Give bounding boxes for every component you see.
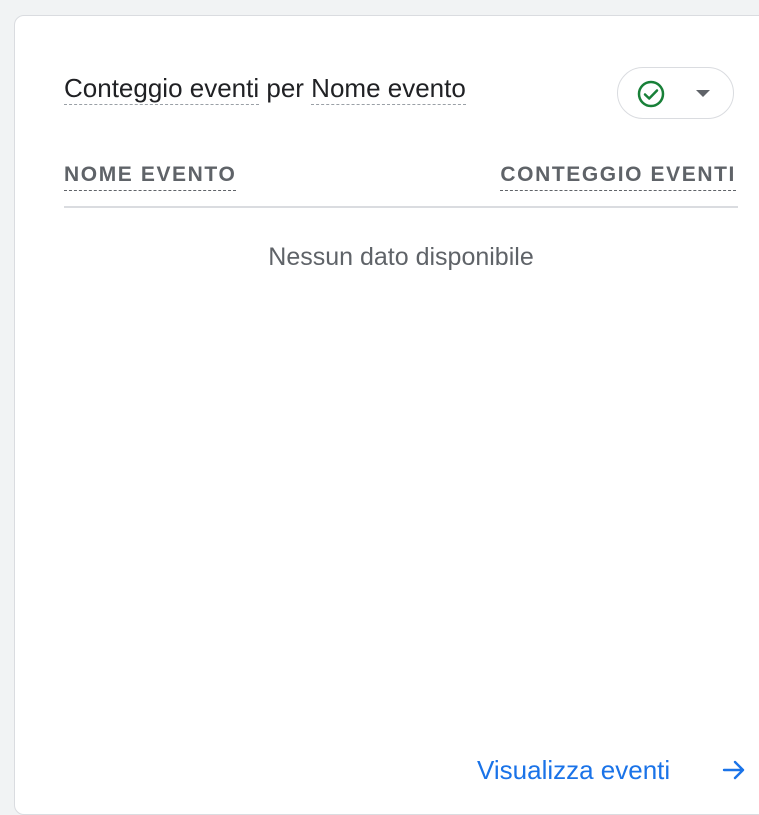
metric-name[interactable]: Conteggio eventi — [64, 73, 260, 105]
empty-state-message: Nessun dato disponibile — [268, 243, 534, 271]
arrow-right-icon — [722, 760, 745, 780]
column-header-event-count[interactable]: CONTEGGIO EVENTI — [500, 162, 736, 191]
status-dropdown-button[interactable] — [617, 67, 734, 119]
event-count-card: Conteggio eventi per Nome evento NOME EV… — [14, 15, 759, 815]
dimension-name[interactable]: Nome evento — [311, 73, 466, 105]
column-header-event-name[interactable]: NOME EVENTO — [64, 162, 237, 191]
view-events-label: Visualizza eventi — [477, 755, 671, 785]
table-divider — [64, 206, 738, 208]
card-title: Conteggio eventi per Nome evento — [64, 71, 466, 105]
view-events-link[interactable]: Visualizza eventi — [477, 753, 745, 787]
caret-down-icon — [696, 90, 710, 97]
title-connector: per — [259, 73, 312, 103]
check-circle-icon — [637, 80, 665, 108]
